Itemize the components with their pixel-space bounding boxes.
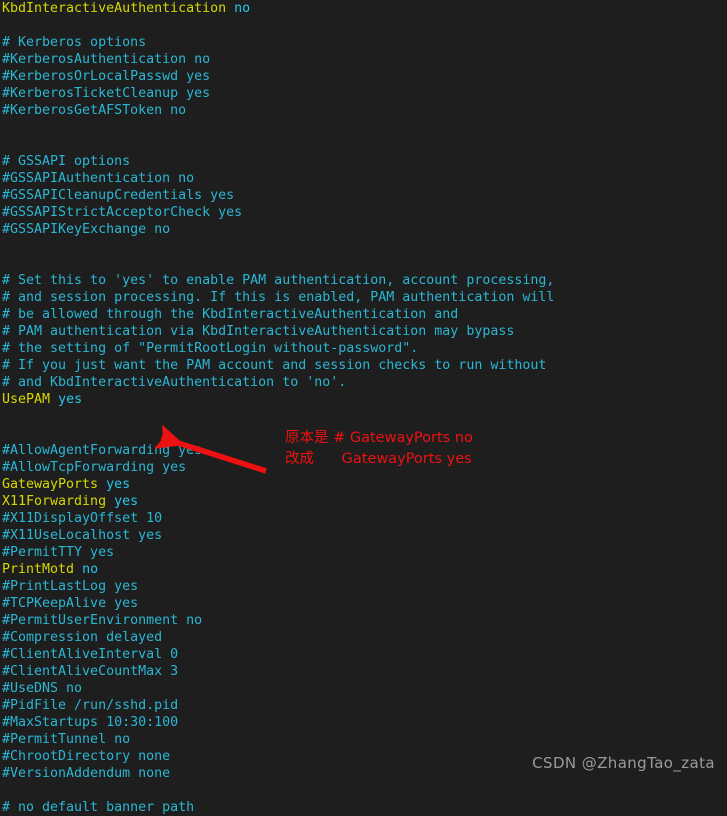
config-comment-line: #ClientAliveInterval 0 (0, 646, 727, 663)
comment-text: #X11UseLocalhost yes (2, 528, 163, 543)
comment-text: # Set this to 'yes' to enable PAM authen… (2, 273, 555, 288)
comment-text: #PermitUserEnvironment no (2, 613, 203, 628)
config-comment-line: #TCPKeepAlive yes (0, 595, 727, 612)
comment-text: #KerberosOrLocalPasswd yes (2, 69, 211, 84)
comment-text: #GSSAPIStrictAcceptorCheck yes (2, 205, 243, 220)
comment-text: #Compression delayed (2, 630, 163, 645)
config-comment-line: #KerberosTicketCleanup yes (0, 85, 727, 102)
comment-text: #KerberosTicketCleanup yes (2, 86, 211, 101)
config-directive-GatewayPorts: GatewayPorts yes (0, 476, 727, 493)
config-comment-line: #GSSAPICleanupCredentials yes (0, 187, 727, 204)
config-comment-line: # and KbdInteractiveAuthentication to 'n… (0, 374, 727, 391)
config-comment-line: # PAM authentication via KbdInteractiveA… (0, 323, 727, 340)
config-comment-line: #PrintLastLog yes (0, 578, 727, 595)
comment-text: # If you just want the PAM account and s… (2, 358, 547, 373)
config-comment-line: # be allowed through the KbdInteractiveA… (0, 306, 727, 323)
config-directive-PrintMotd: PrintMotd no (0, 561, 727, 578)
directive-value: yes (106, 477, 131, 492)
config-directive-KbdInteractiveAuthentication: KbdInteractiveAuthentication no (0, 0, 727, 17)
config-blank-line (0, 782, 727, 799)
comment-text: # be allowed through the KbdInteractiveA… (2, 307, 459, 322)
config-comment-line: #MaxStartups 10:30:100 (0, 714, 727, 731)
config-blank-line (0, 425, 727, 442)
comment-text: #PermitTTY yes (2, 545, 115, 560)
comment-text: #ClientAliveInterval 0 (2, 647, 179, 662)
directive-key: X11Forwarding (2, 494, 107, 509)
config-blank-line (0, 238, 727, 255)
directive-value: no (82, 562, 99, 577)
comment-text: #KerberosGetAFSToken no (2, 103, 187, 118)
comment-text: #GSSAPICleanupCredentials yes (2, 188, 235, 203)
directive-value: yes (114, 494, 139, 509)
comment-text: #VersionAddendum none (2, 766, 171, 781)
config-comment-line: #PermitTTY yes (0, 544, 727, 561)
comment-text: #TCPKeepAlive yes (2, 596, 139, 611)
config-comment-line: #ClientAliveCountMax 3 (0, 663, 727, 680)
comment-text: #GSSAPIKeyExchange no (2, 222, 171, 237)
config-blank-line (0, 136, 727, 153)
config-comment-line: #KerberosGetAFSToken no (0, 102, 727, 119)
config-comment-line: #Compression delayed (0, 629, 727, 646)
config-file-editor[interactable]: KbdInteractiveAuthentication no # Kerber… (0, 0, 727, 815)
comment-text: #X11DisplayOffset 10 (2, 511, 163, 526)
config-comment-line: #X11UseLocalhost yes (0, 527, 727, 544)
config-comment-line: # the setting of "PermitRootLogin withou… (0, 340, 727, 357)
config-comment-line: #KerberosOrLocalPasswd yes (0, 68, 727, 85)
csdn-watermark: CSDN @ZhangTao_zata (532, 754, 715, 772)
config-comment-line: #PidFile /run/sshd.pid (0, 697, 727, 714)
config-comment-line: # Set this to 'yes' to enable PAM authen… (0, 272, 727, 289)
directive-key: UsePAM (2, 392, 51, 407)
config-blank-line (0, 17, 727, 34)
config-directive-X11Forwarding: X11Forwarding yes (0, 493, 727, 510)
config-blank-line (0, 408, 727, 425)
config-comment-line: #GSSAPIKeyExchange no (0, 221, 727, 238)
comment-text: #UseDNS no (2, 681, 83, 696)
config-file-content: KbdInteractiveAuthentication no # Kerber… (0, 0, 727, 816)
directive-value: no (234, 1, 251, 16)
comment-text: # the setting of "PermitRootLogin withou… (2, 341, 419, 356)
comment-text: #ClientAliveCountMax 3 (2, 664, 179, 679)
config-comment-line: #AllowTcpForwarding yes (0, 459, 727, 476)
config-comment-line: # GSSAPI options (0, 153, 727, 170)
comment-text: #PrintLastLog yes (2, 579, 139, 594)
config-comment-line: # If you just want the PAM account and s… (0, 357, 727, 374)
comment-text: #PermitTunnel no (2, 732, 131, 747)
comment-text: #MaxStartups 10:30:100 (2, 715, 179, 730)
comment-text: # no default banner path (2, 800, 195, 815)
comment-text: # PAM authentication via KbdInteractiveA… (2, 324, 515, 339)
comment-text: #KerberosAuthentication no (2, 52, 211, 67)
directive-value: yes (58, 392, 83, 407)
config-comment-line: #PermitTunnel no (0, 731, 727, 748)
config-comment-line: #GSSAPIAuthentication no (0, 170, 727, 187)
config-comment-line: #GSSAPIStrictAcceptorCheck yes (0, 204, 727, 221)
comment-text: #GSSAPIAuthentication no (2, 171, 195, 186)
comment-text: #AllowAgentForwarding yes (2, 443, 203, 458)
config-comment-line: #AllowAgentForwarding yes (0, 442, 727, 459)
config-comment-line: # and session processing. If this is ena… (0, 289, 727, 306)
config-blank-line (0, 119, 727, 136)
config-comment-line: # Kerberos options (0, 34, 727, 51)
comment-text: #PidFile /run/sshd.pid (2, 698, 179, 713)
comment-text: # Kerberos options (2, 35, 147, 50)
comment-text: #AllowTcpForwarding yes (2, 460, 187, 475)
directive-key: PrintMotd (2, 562, 75, 577)
config-blank-line (0, 255, 727, 272)
config-comment-line: #X11DisplayOffset 10 (0, 510, 727, 527)
comment-text: # and session processing. If this is ena… (2, 290, 555, 305)
config-comment-line: #PermitUserEnvironment no (0, 612, 727, 629)
config-directive-UsePAM: UsePAM yes (0, 391, 727, 408)
config-comment-line: # no default banner path (0, 799, 727, 816)
config-comment-line: #UseDNS no (0, 680, 727, 697)
comment-text: # GSSAPI options (2, 154, 131, 169)
comment-text: # and KbdInteractiveAuthentication to 'n… (2, 375, 347, 390)
comment-text: #ChrootDirectory none (2, 749, 171, 764)
directive-key: KbdInteractiveAuthentication (2, 1, 227, 16)
config-comment-line: #KerberosAuthentication no (0, 51, 727, 68)
directive-key: GatewayPorts (2, 477, 99, 492)
